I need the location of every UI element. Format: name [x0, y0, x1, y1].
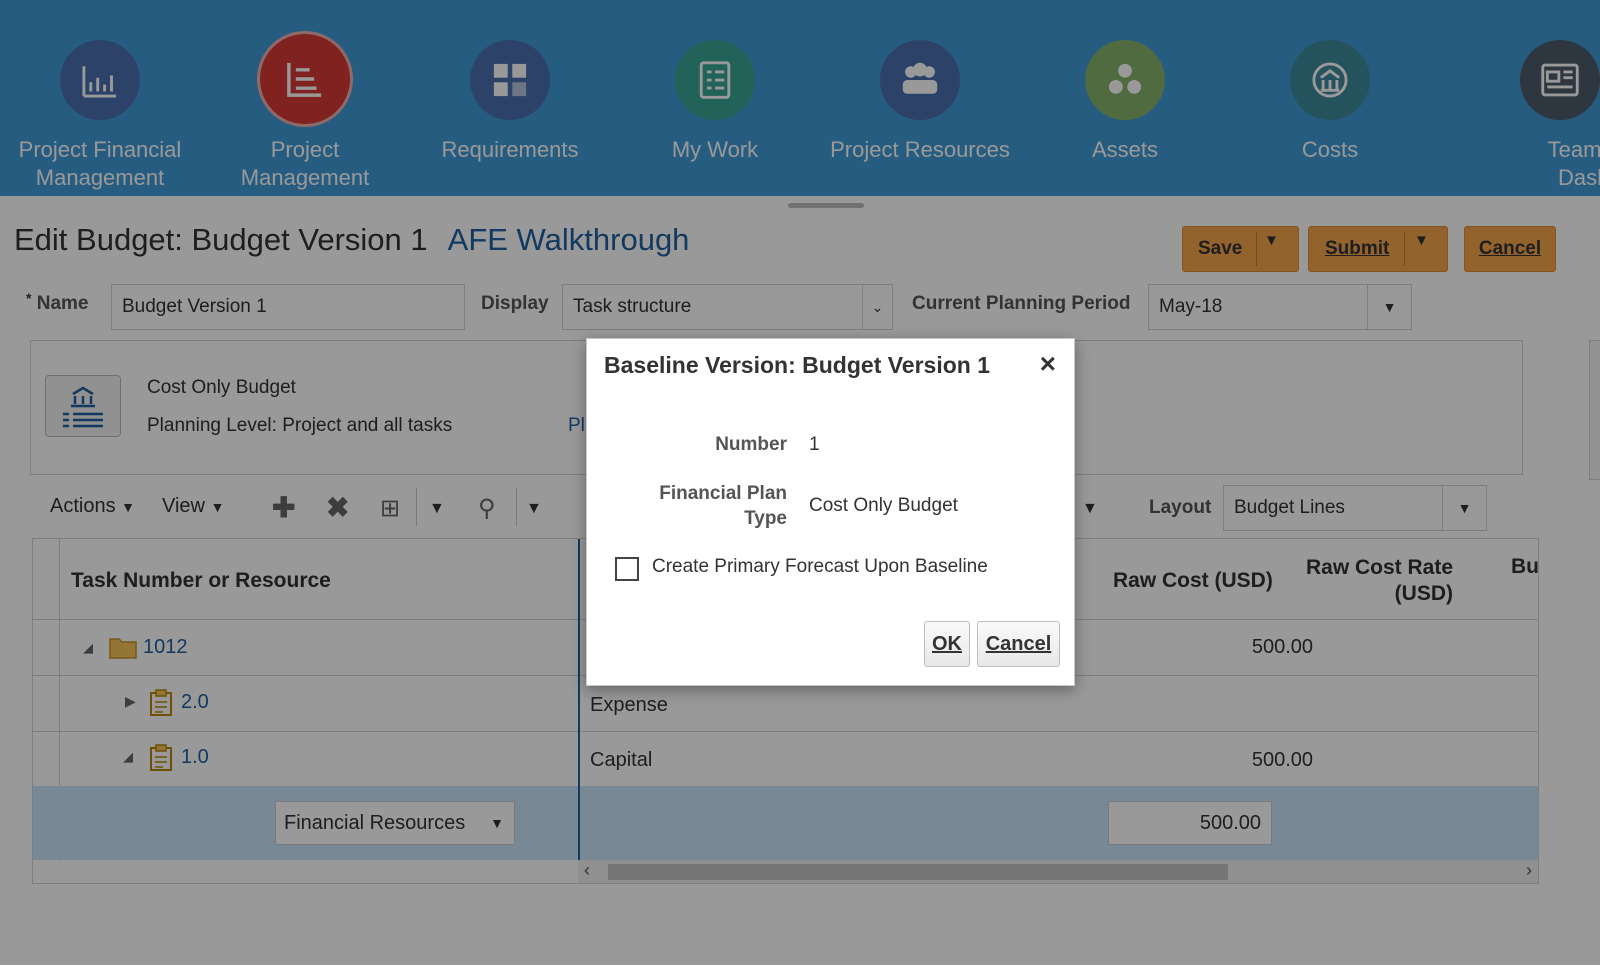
plan-type-label: Financial Plan Type — [659, 483, 787, 529]
baseline-version-dialog: Baseline Version: Budget Version 1 × Num… — [586, 338, 1075, 686]
ok-label: OK — [932, 632, 962, 655]
ok-button[interactable]: OK — [924, 621, 970, 667]
number-label: Number — [715, 434, 787, 455]
dialog-cancel-button[interactable]: Cancel — [977, 621, 1060, 667]
close-icon[interactable]: × — [1040, 348, 1056, 380]
dialog-title: Baseline Version: Budget Version 1 — [604, 352, 991, 378]
number-value: 1 — [809, 434, 820, 455]
dialog-cancel-label: Cancel — [985, 632, 1052, 655]
plan-type-value: Cost Only Budget — [809, 495, 958, 516]
create-forecast-checkbox[interactable] — [615, 557, 639, 581]
create-forecast-label[interactable]: Create Primary Forecast Upon Baseline — [652, 556, 988, 578]
